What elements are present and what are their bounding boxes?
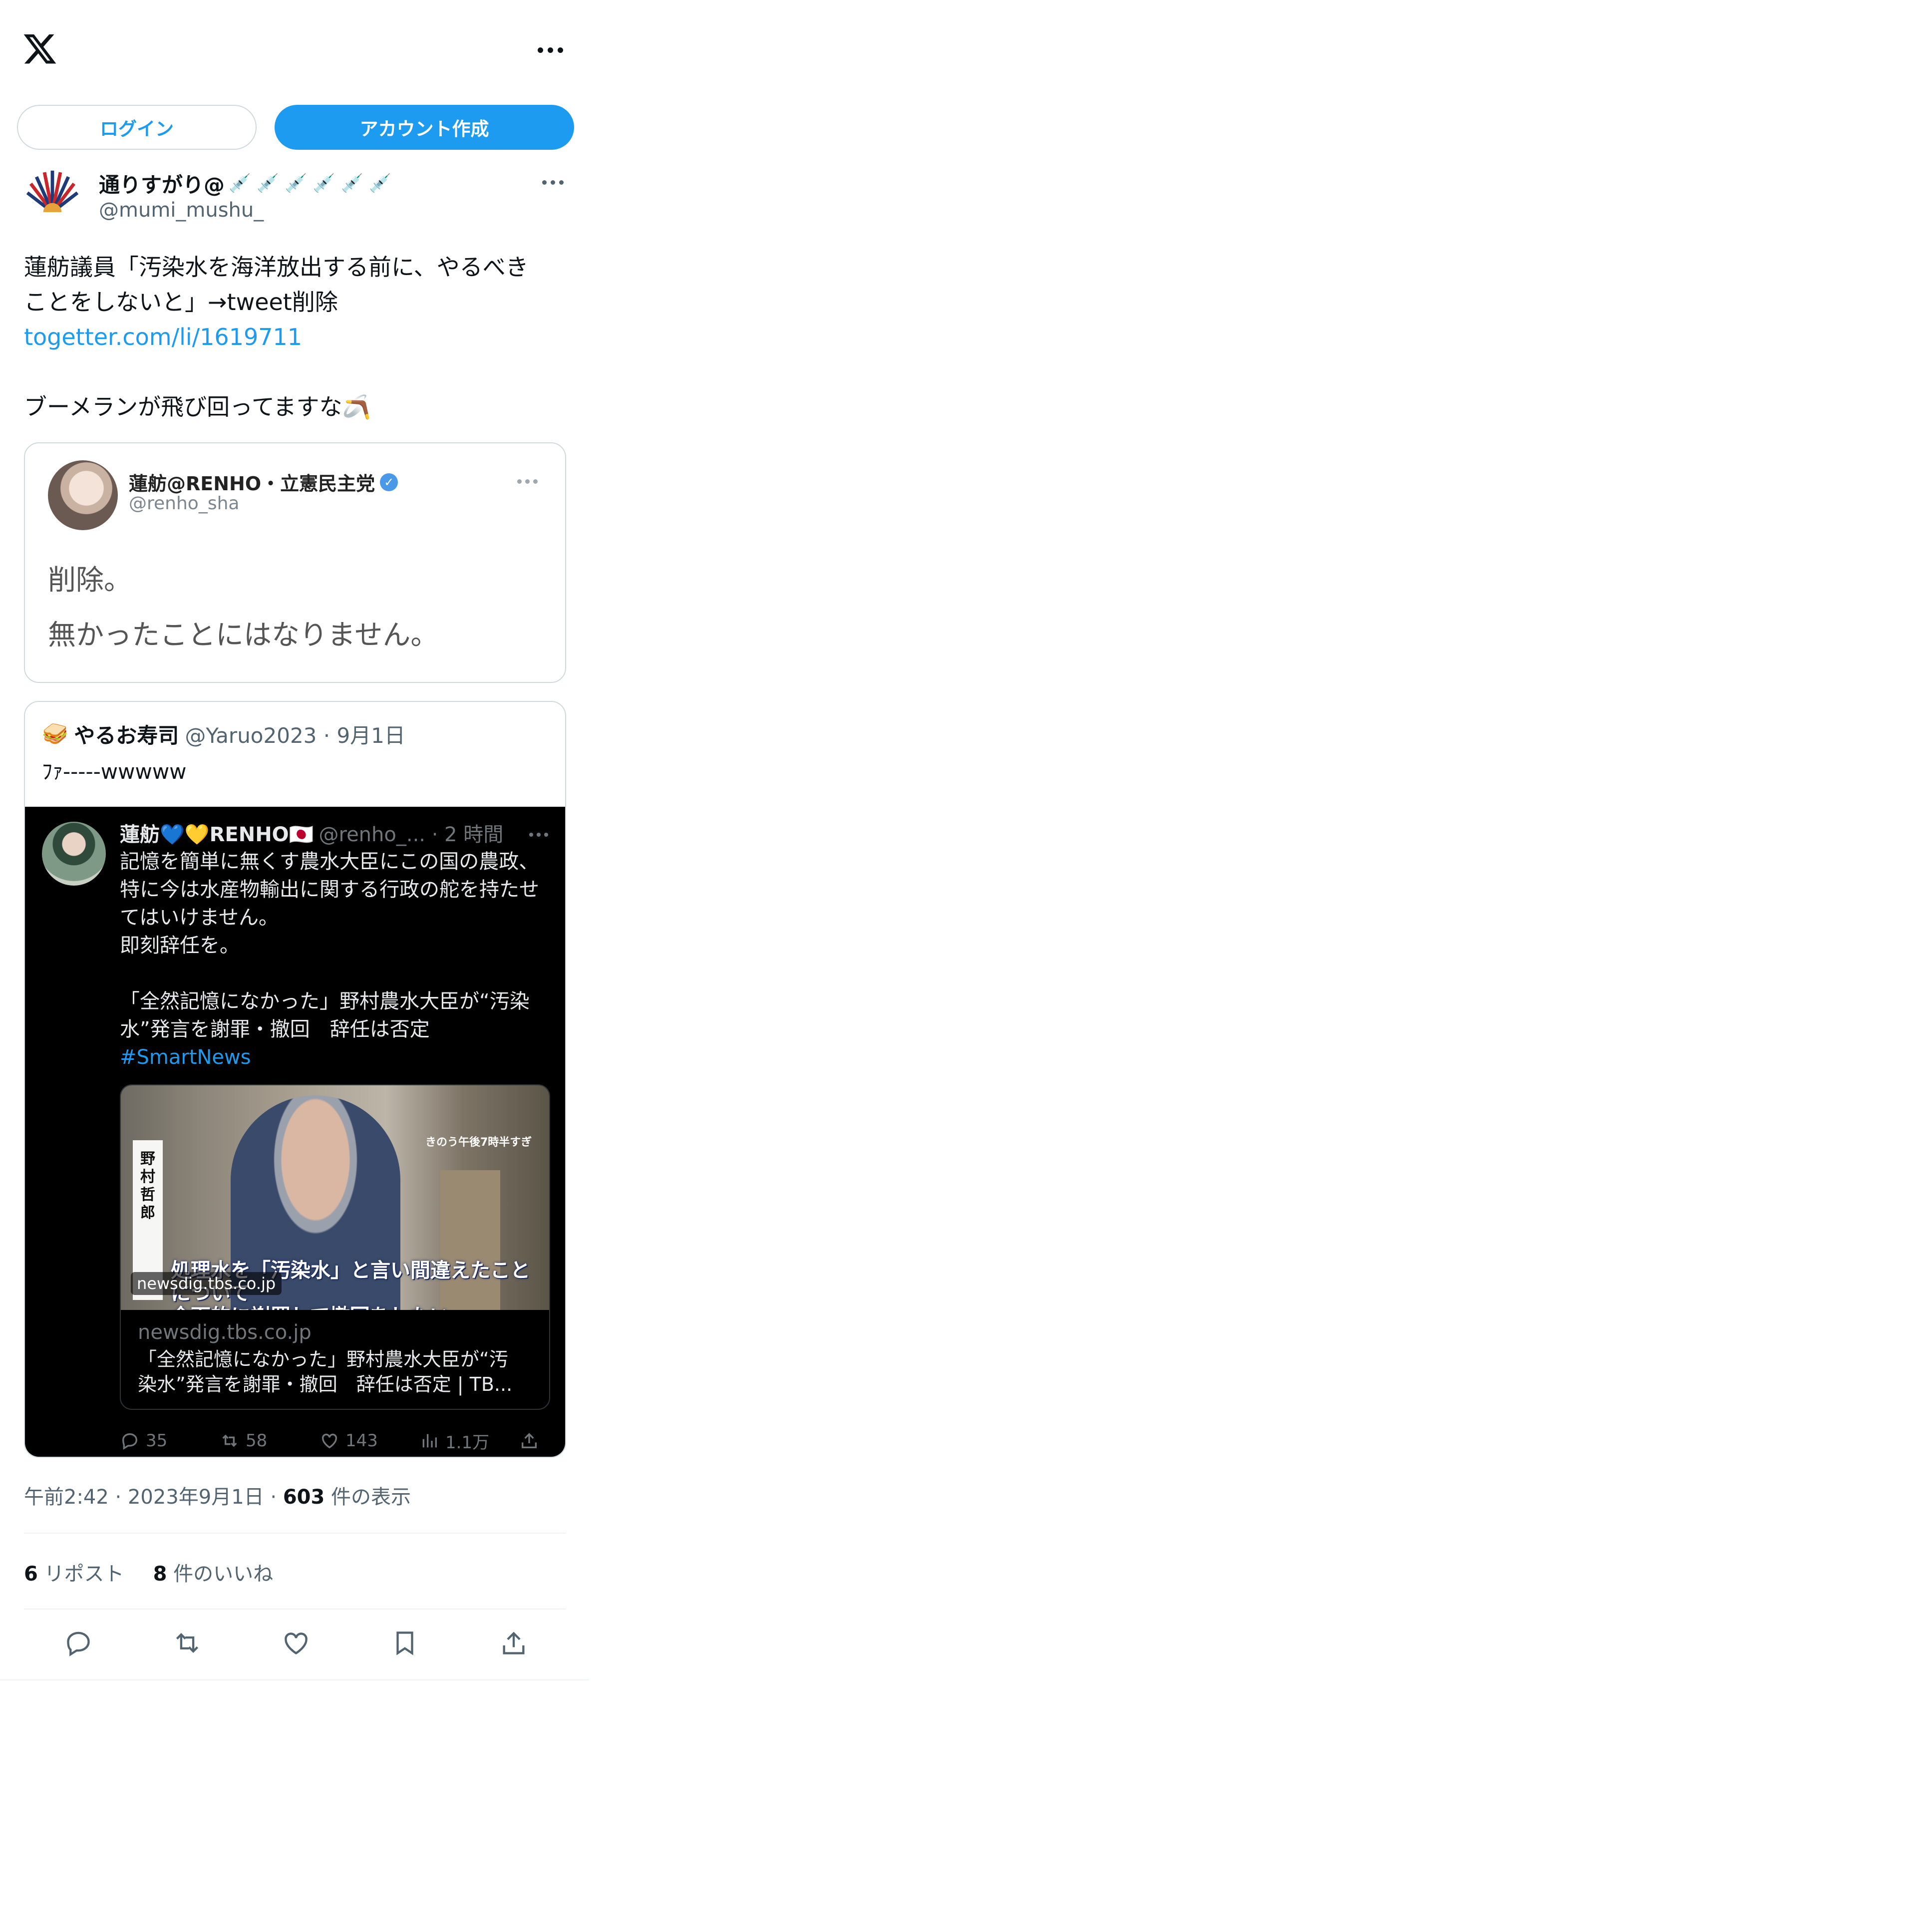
share-button[interactable]	[497, 1626, 530, 1659]
divider	[24, 1609, 566, 1610]
news-link-card: 野村哲郎 きのう午後7時半すぎ 処理水を「汚染水」と言い間違えたことについて 全…	[120, 1084, 550, 1410]
like-button[interactable]	[280, 1626, 313, 1659]
inner-text-line: 「全然記憶になかった」野村農水大臣が“汚染	[120, 990, 530, 1013]
x-logo-icon[interactable]	[22, 31, 58, 67]
embed-author-name: 蓮舫@RENHO・立憲民主党 ✓	[129, 468, 398, 496]
quote-text: ﾌｧ-----wwwww	[42, 759, 187, 784]
repost-icon	[176, 1633, 199, 1653]
divider	[24, 1533, 566, 1534]
reply-icon	[122, 1433, 138, 1450]
engagement-stats: 6 リポスト 8 件のいいね	[24, 1558, 273, 1587]
login-button[interactable]: ログイン	[17, 105, 257, 150]
inner-repost: 58	[220, 1431, 320, 1451]
inner-like: 143	[320, 1431, 419, 1451]
divider	[0, 1679, 589, 1680]
inner-reply-count: 35	[146, 1431, 168, 1451]
inner-action-bar: 35 58 143 1.1万	[120, 1431, 554, 1453]
tweet-text-line: ことをしないと」→tweet削除	[24, 289, 338, 316]
photo-source-pill: newsdig.tbs.co.jp	[131, 1272, 282, 1295]
inner-reply: 35	[120, 1431, 220, 1451]
quote-handle-date: @Yaruo2023 · 9月1日	[185, 723, 405, 748]
tweet-more-icon[interactable]	[542, 175, 567, 190]
embed-text: 削除。 無かったことにはなりません。	[48, 553, 438, 663]
tweet-page: ログイン アカウント作成 通りすがり@ 💉 💉 💉 💉 💉 💉 @mumi_mu…	[0, 0, 589, 1682]
attached-image-screenshot[interactable]: 蓮舫@RENHO・立憲民主党 ✓ @renho_sha 削除。 無かったことには…	[24, 442, 566, 683]
repost-icon	[222, 1434, 237, 1447]
inner-text-line: てはいけません。	[120, 906, 279, 929]
quote-header: 🥪 やるお寿司 @Yaruo2023 · 9月1日	[42, 719, 405, 749]
inner-view-count: 1.1万	[445, 1432, 490, 1453]
share-icon	[522, 1433, 537, 1448]
photo-corner-text: きのう午後7時半すぎ	[425, 1136, 532, 1149]
embed-text-line: 無かったことにはなりません。	[48, 619, 439, 651]
inner-author-name: 蓮舫💙💛RENHO🇯🇵	[120, 823, 314, 846]
heart-icon	[321, 1433, 337, 1449]
inner-hashtag: #SmartNews	[120, 1046, 251, 1069]
photo-vertical-name: 野村哲郎	[140, 1150, 155, 1222]
like-count: 8	[153, 1563, 167, 1586]
news-card-title-line: 「全然記憶になかった」野村農水大臣が“汚	[138, 1348, 508, 1370]
signup-button[interactable]: アカウント作成	[275, 105, 574, 150]
bookmark-icon	[396, 1631, 413, 1655]
embed-handle: @renho_sha	[129, 493, 240, 514]
embed-text-line: 削除。	[48, 564, 132, 597]
inner-text-line: 即刻辞任を。	[120, 934, 240, 957]
share-icon	[503, 1631, 525, 1654]
sandwich-emoji-icon: 🥪	[42, 721, 68, 746]
news-card-caption: newsdig.tbs.co.jp 「全然記憶になかった」野村農水大臣が“汚 染…	[121, 1310, 549, 1409]
tweet-link[interactable]: togetter.com/li/1619711	[24, 323, 302, 350]
repost-button[interactable]	[171, 1626, 204, 1659]
photo-caption-line: 全面的に謝罪して撤回をしたい	[171, 1305, 549, 1310]
tweet-timestamp[interactable]: 午前2:42 · 2023年9月1日 · 603 件の表示	[24, 1481, 411, 1510]
inner-meta: @renho_... · 2 時間	[319, 823, 504, 846]
news-card-title-line: 染水”発言を謝罪・撤回 辞任は否定 | TB...	[138, 1373, 513, 1395]
repost-label: リポスト	[37, 1563, 124, 1586]
views-icon	[422, 1434, 437, 1448]
action-bar	[24, 1626, 568, 1666]
repost-stat[interactable]: 6 リポスト	[24, 1558, 124, 1587]
syringe-emoji-icon: 💉 💉 💉 💉 💉 💉	[229, 173, 392, 194]
author-name-row[interactable]: 通りすがり@ 💉 💉 💉 💉 💉 💉	[99, 169, 391, 198]
tweet-text-line: 蓮舫議員「汚染水を海洋放出する前に、やるべき	[24, 254, 529, 281]
like-label: 件のいいね	[167, 1563, 274, 1586]
bookmark-button[interactable]	[388, 1626, 421, 1659]
news-card-domain: newsdig.tbs.co.jp	[138, 1321, 312, 1344]
tweet-text-line: ブーメランが飛び回ってますな🪃	[24, 393, 371, 420]
more-icon[interactable]	[535, 40, 565, 60]
heart-icon	[285, 1632, 308, 1655]
tweet-text: 蓮舫議員「汚染水を海洋放出する前に、やるべき ことをしないと」→tweet削除 …	[24, 250, 568, 424]
top-bar	[0, 0, 589, 100]
embed-avatar	[48, 460, 118, 530]
views-label: 件の表示	[324, 1486, 411, 1509]
inner-text-line: 特に今は水産物輸出に関する行政の舵を持たせ	[120, 878, 539, 901]
inner-repost-count: 58	[246, 1431, 268, 1451]
inner-more-icon	[529, 833, 548, 837]
embed-more-icon	[517, 479, 538, 484]
inner-text-line: 記憶を簡単に無くす農水大臣にこの国の農政、	[120, 850, 539, 873]
repost-count: 6	[24, 1563, 38, 1586]
inner-header: 蓮舫💙💛RENHO🇯🇵 @renho_... · 2 時間	[120, 817, 503, 849]
author-name[interactable]: 通りすがり@	[99, 168, 225, 199]
news-card-title: 「全然記憶になかった」野村農水大臣が“汚 染水”発言を謝罪・撤回 辞任は否定 |…	[138, 1347, 532, 1397]
embed-name-text: 蓮舫@RENHO・立憲民主党	[129, 473, 375, 495]
inner-text-line: 水”発言を謝罪・撤回 辞任は否定	[120, 1018, 430, 1041]
avatar[interactable]	[24, 168, 81, 225]
views-count: 603	[283, 1486, 325, 1509]
quoted-screenshot-image: 蓮舫💙💛RENHO🇯🇵 @renho_... · 2 時間 記憶を簡単に無くす農…	[25, 807, 565, 1457]
inner-text: 記憶を簡単に無くす農水大臣にこの国の農政、 特に今は水産物輸出に関する行政の舵を…	[120, 848, 554, 1071]
timestamp-text[interactable]: 午前2:42 · 2023年9月1日 ·	[24, 1486, 283, 1509]
inner-avatar	[42, 822, 106, 886]
like-stat[interactable]: 8 件のいいね	[153, 1558, 274, 1587]
inner-views: 1.1万	[419, 1431, 519, 1453]
inner-share	[519, 1431, 554, 1451]
reply-icon	[67, 1631, 90, 1656]
quote-author-name: やるお寿司	[74, 723, 179, 748]
verified-badge-icon: ✓	[380, 473, 398, 491]
inner-like-count: 143	[345, 1431, 378, 1451]
reply-button[interactable]	[62, 1626, 95, 1659]
quoted-tweet[interactable]: 🥪 やるお寿司 @Yaruo2023 · 9月1日 ﾌｧ-----wwwww 蓮…	[24, 701, 566, 1458]
author-handle[interactable]: @mumi_mushu_	[99, 199, 264, 222]
news-photo: 野村哲郎 きのう午後7時半すぎ 処理水を「汚染水」と言い間違えたことについて 全…	[121, 1085, 549, 1310]
